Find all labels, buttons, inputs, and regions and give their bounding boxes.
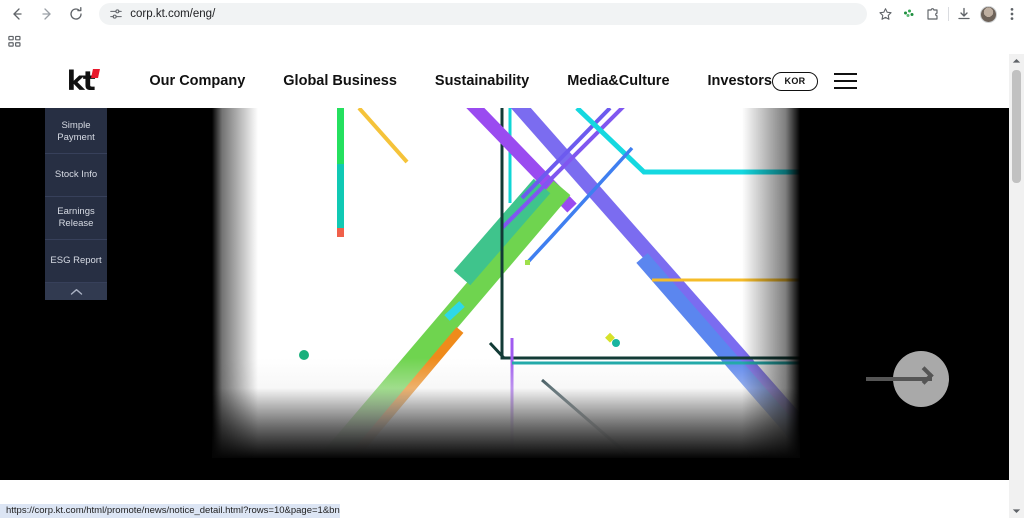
apps-shortcut-button[interactable] <box>7 34 22 49</box>
downloads-button[interactable] <box>952 2 976 26</box>
page-scrollbar[interactable] <box>1009 54 1024 518</box>
page-viewport: KT by Numbers <box>0 54 1009 518</box>
forward-arrow-icon <box>41 8 51 20</box>
sync-status-button[interactable] <box>897 2 921 26</box>
hamburger-menu-icon[interactable] <box>834 73 857 89</box>
apps-grid-icon <box>8 35 21 47</box>
avatar-icon <box>979 5 997 23</box>
video-bottom-haze <box>212 358 800 458</box>
bookmark-button[interactable] <box>873 2 897 26</box>
browser-menu-button[interactable] <box>1000 2 1024 26</box>
star-icon <box>878 7 892 20</box>
nav-item-investors[interactable]: Investors <box>708 73 772 89</box>
scroll-up-button[interactable] <box>1009 54 1024 68</box>
browser-actions <box>873 2 1024 26</box>
sidebar-item-esg-report[interactable]: ESG Report <box>45 240 107 283</box>
hero-video-player[interactable]: globally competitive K-AI 0:11 / 0:15 vi… <box>0 108 1009 480</box>
chevron-up-icon <box>70 288 82 295</box>
status-bar-url: https://corp.kt.com/html/promote/news/no… <box>0 504 340 518</box>
download-icon <box>958 7 970 20</box>
forward-button[interactable] <box>34 1 60 27</box>
video-frame <box>212 108 800 458</box>
sidebar-collapse-button[interactable] <box>45 283 107 300</box>
back-arrow-icon <box>13 8 22 20</box>
scrollbar-thumb[interactable] <box>1012 70 1021 183</box>
sidebar-item-earnings-release[interactable]: Earnings Release <box>45 197 107 240</box>
kt-logo-text: kt <box>66 65 96 97</box>
toolbar-divider <box>948 7 949 21</box>
kt-logo-accent-icon <box>91 68 100 78</box>
site-header: kt Our Company Global Business Sustainab… <box>45 54 1009 108</box>
nav-item-global-business[interactable]: Global Business <box>283 73 397 89</box>
language-toggle-button[interactable]: KOR <box>772 71 818 91</box>
reload-icon <box>70 7 83 20</box>
scroll-down-button[interactable] <box>1009 504 1024 518</box>
hamburger-bar-1 <box>834 73 857 75</box>
hamburger-bar-2 <box>834 80 857 82</box>
reload-button[interactable] <box>64 1 90 27</box>
address-bar-url: corp.kt.com/eng/ <box>130 8 216 20</box>
scroll-up-icon <box>1012 59 1021 63</box>
three-dot-menu-icon <box>1010 8 1014 20</box>
sidebar-item-simple-payment[interactable]: Simple Payment <box>45 111 107 154</box>
tune-icon[interactable] <box>109 7 123 21</box>
puzzle-icon <box>927 8 938 20</box>
profile-button[interactable] <box>976 2 1000 26</box>
header-utilities: KOR <box>772 71 857 91</box>
main-navigation: Our Company Global Business Sustainabili… <box>149 73 772 89</box>
scroll-down-icon <box>1012 509 1021 513</box>
nav-item-our-company[interactable]: Our Company <box>149 73 245 89</box>
sync-dots-icon <box>904 9 914 17</box>
next-slide-button[interactable] <box>866 351 949 407</box>
arrow-right-head-icon <box>915 366 934 385</box>
quick-links-sidebar: Simple Payment Stock Info Earnings Relea… <box>45 107 107 300</box>
sidebar-item-stock-info[interactable]: Stock Info <box>45 154 107 197</box>
back-button[interactable] <box>4 1 30 27</box>
hamburger-bar-3 <box>834 87 857 89</box>
nav-item-media-culture[interactable]: Media&Culture <box>567 73 669 89</box>
address-bar[interactable]: corp.kt.com/eng/ <box>99 3 867 25</box>
extensions-button[interactable] <box>921 2 945 26</box>
kt-logo[interactable]: kt <box>59 66 101 97</box>
browser-toolbar: corp.kt.com/eng/ <box>0 0 1024 28</box>
nav-item-sustainability[interactable]: Sustainability <box>435 73 529 89</box>
bookmarks-bar <box>0 28 1024 54</box>
